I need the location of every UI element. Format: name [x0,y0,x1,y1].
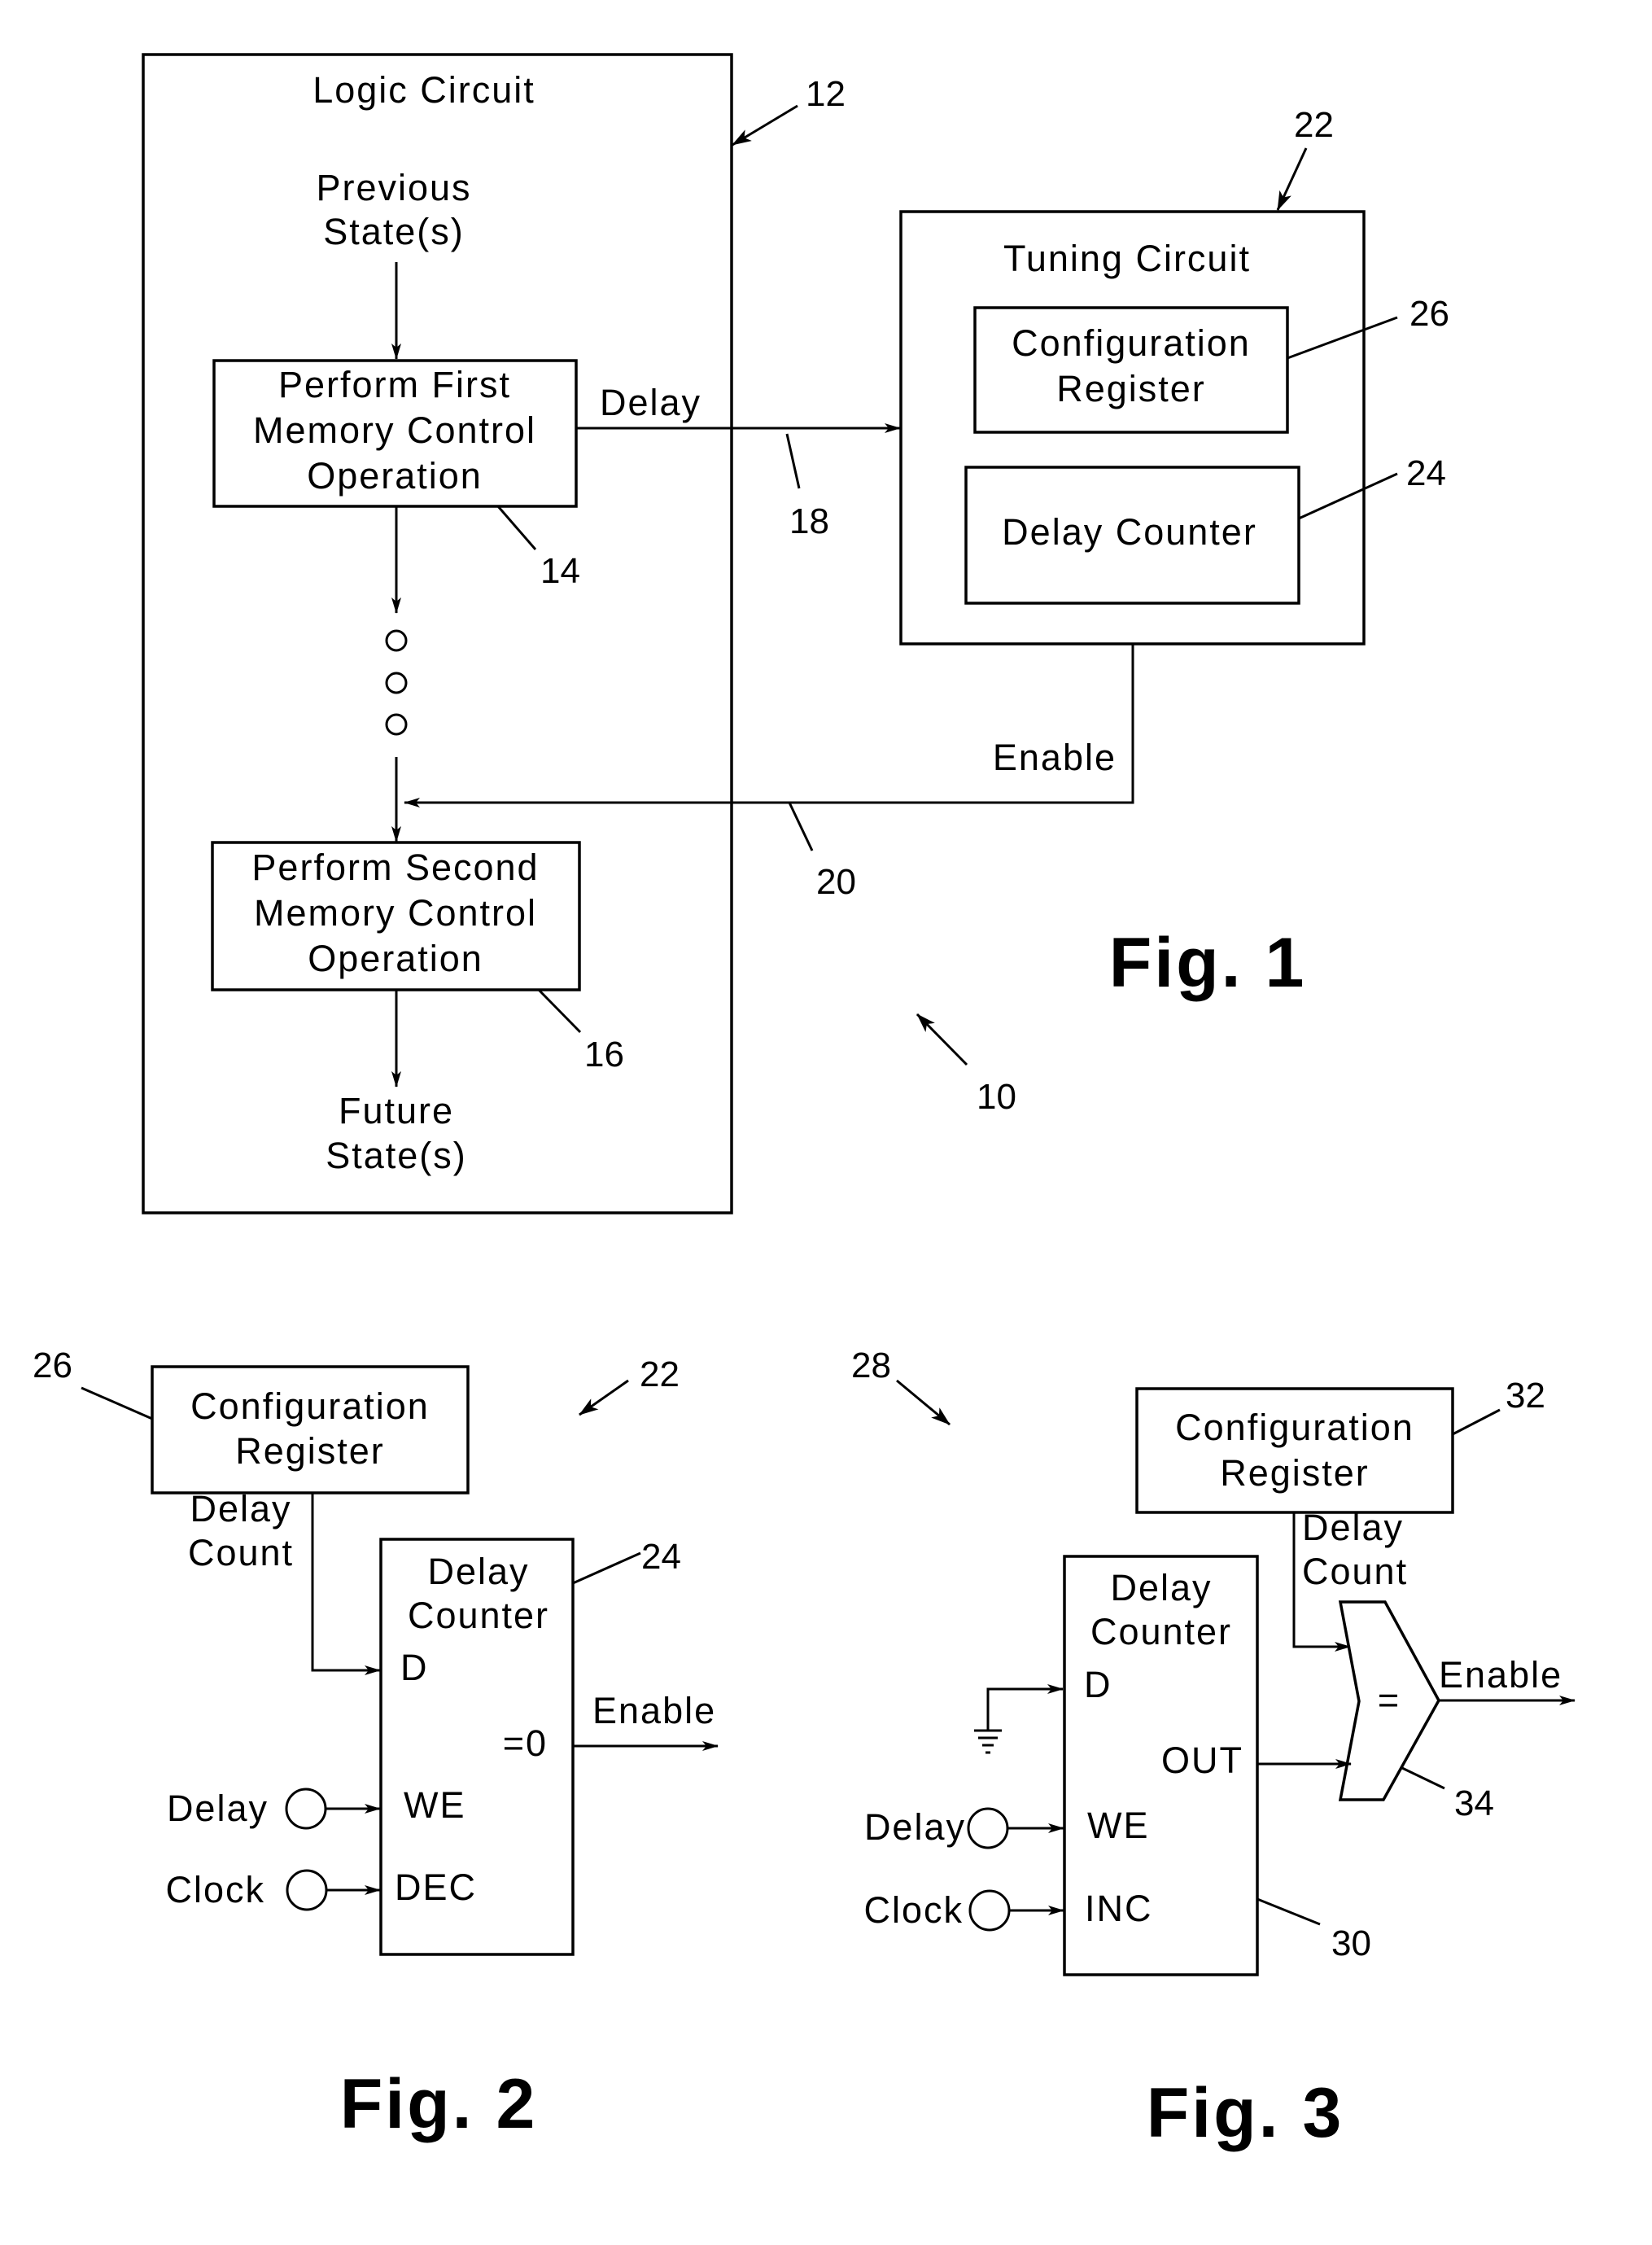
delay-signal-label: Delay [600,382,701,423]
ref-30-label: 30 [1331,1923,1371,1963]
ref-26-label: 26 [1409,294,1449,334]
config-register-line1-fig2: Configuration [190,1385,430,1427]
second-op-line1: Perform Second [251,847,539,888]
ref-18-label: 18 [789,501,829,541]
ref-12-label: 12 [806,74,846,114]
config-register-line1-fig3: Configuration [1175,1407,1414,1448]
ref-26-label-fig2: 26 [33,1346,72,1385]
ref-24-leader-fig2 [572,1551,641,1585]
ref-26-leader-fig2 [81,1386,153,1420]
first-op-line2: Memory Control [253,409,536,451]
ref-22-arrow [1276,147,1308,211]
ref-24-label-fig2: 24 [641,1537,681,1577]
ref-14-label: 14 [540,551,580,591]
second-op-line2: Memory Control [254,892,537,934]
ref-12-arrow [732,104,798,147]
ref-28-label: 28 [851,1346,891,1385]
ref-32-leader [1452,1408,1501,1436]
ground-to-d-wire-fig3 [986,1684,1064,1730]
ref-16-label: 16 [584,1035,624,1074]
port-we-fig2: WE [404,1784,466,1826]
config-register-line2: Register [1056,368,1206,409]
figure-3: 28 Configuration Register 32 Delay Count… [851,1346,1576,2152]
delay-input-terminal-fig3 [967,1807,1009,1849]
figure-2-caption: Fig. 2 [340,2065,538,2143]
patent-drawing-sheet: Logic Circuit 12 Previous State(s) Perfo… [33,53,1576,2152]
port-d-fig2: D [400,1647,429,1688]
ref-20-label: 20 [816,862,856,902]
comparator-symbol: = [1378,1679,1401,1721]
delay-count-line2-fig3: Count [1302,1551,1408,1592]
clock-input-terminal-fig2 [286,1869,328,1911]
enable-label-fig3: Enable [1439,1654,1562,1696]
ref-14-leader [496,505,537,550]
ref-30-leader [1256,1897,1321,1926]
ref-10-arrow [916,1013,968,1066]
config-register-line2-fig2: Register [235,1430,385,1472]
ref-32-label: 32 [1506,1376,1545,1416]
second-op-line3: Operation [308,938,483,979]
ref-10-label: 10 [977,1077,1016,1117]
future-states-line1: Future [339,1090,454,1131]
figure-2: 26 Configuration Register 22 Delay Count… [33,1346,719,2143]
ellipsis-dot [385,672,408,694]
delay-counter-title2-fig2: Counter [408,1595,549,1636]
port-we-fig3: WE [1087,1805,1150,1846]
previous-states-line1: Previous [316,167,471,208]
enable-signal-label: Enable [993,737,1117,778]
enable-signal-line [404,644,1134,807]
ground-icon [974,1729,1002,1754]
ref-26-leader [1287,316,1398,360]
first-op-line3: Operation [307,455,483,497]
delay-counter-title1-fig3: Delay [1110,1567,1212,1608]
delay-counter-label: Delay Counter [1002,511,1257,553]
ref-28-arrow [896,1379,951,1426]
ref-22-arrow-fig2 [579,1379,629,1416]
delay-input-label-fig2: Delay [167,1788,269,1829]
port-zero-fig2: =0 [503,1722,548,1764]
first-op-line1: Perform First [278,364,511,405]
delay-counter-title2-fig3: Counter [1090,1611,1232,1652]
ref-24-label: 24 [1406,453,1446,493]
port-out-fig3: OUT [1161,1740,1243,1781]
delay-counter-title1-fig2: Delay [427,1551,529,1592]
tuning-circuit-title: Tuning Circuit [1003,238,1251,279]
delay-input-label-fig3: Delay [864,1806,966,1848]
clock-input-label-fig2: Clock [165,1869,265,1910]
ref-34-leader [1401,1766,1445,1790]
figure-1-caption: Fig. 1 [1109,924,1307,1002]
enable-label-fig2: Enable [592,1690,716,1731]
ref-22-label: 22 [1294,105,1334,145]
delay-count-line1-fig2: Delay [190,1488,291,1529]
ref-24-leader [1298,472,1398,520]
ref-16-leader [537,988,582,1034]
future-states-line2: State(s) [326,1135,467,1176]
ref-22-label-fig2: 22 [640,1354,680,1394]
config-register-line1: Configuration [1012,322,1251,364]
delay-input-terminal-fig2 [285,1788,327,1830]
delay-count-wire-fig2 [311,1493,381,1675]
port-inc-fig3: INC [1085,1888,1153,1929]
ellipsis-dot [385,629,408,652]
ref-20-leader [788,802,814,851]
clock-input-label-fig3: Clock [863,1889,964,1931]
figure-3-caption: Fig. 3 [1147,2074,1344,2152]
clock-input-terminal-fig3 [968,1889,1011,1932]
ref-34-label: 34 [1454,1783,1494,1823]
logic-circuit-title: Logic Circuit [312,69,535,111]
delay-count-line2-fig2: Count [188,1532,294,1573]
ellipsis-dot [385,713,408,736]
ref-18-leader [785,433,801,489]
figure-1: Logic Circuit 12 Previous State(s) Perfo… [142,53,1449,1214]
previous-states-line2: State(s) [323,211,465,252]
port-dec-fig2: DEC [395,1866,477,1908]
delay-count-line1-fig3: Delay [1302,1507,1404,1548]
port-d-fig3: D [1084,1664,1112,1705]
config-register-line2-fig3: Register [1220,1452,1370,1494]
